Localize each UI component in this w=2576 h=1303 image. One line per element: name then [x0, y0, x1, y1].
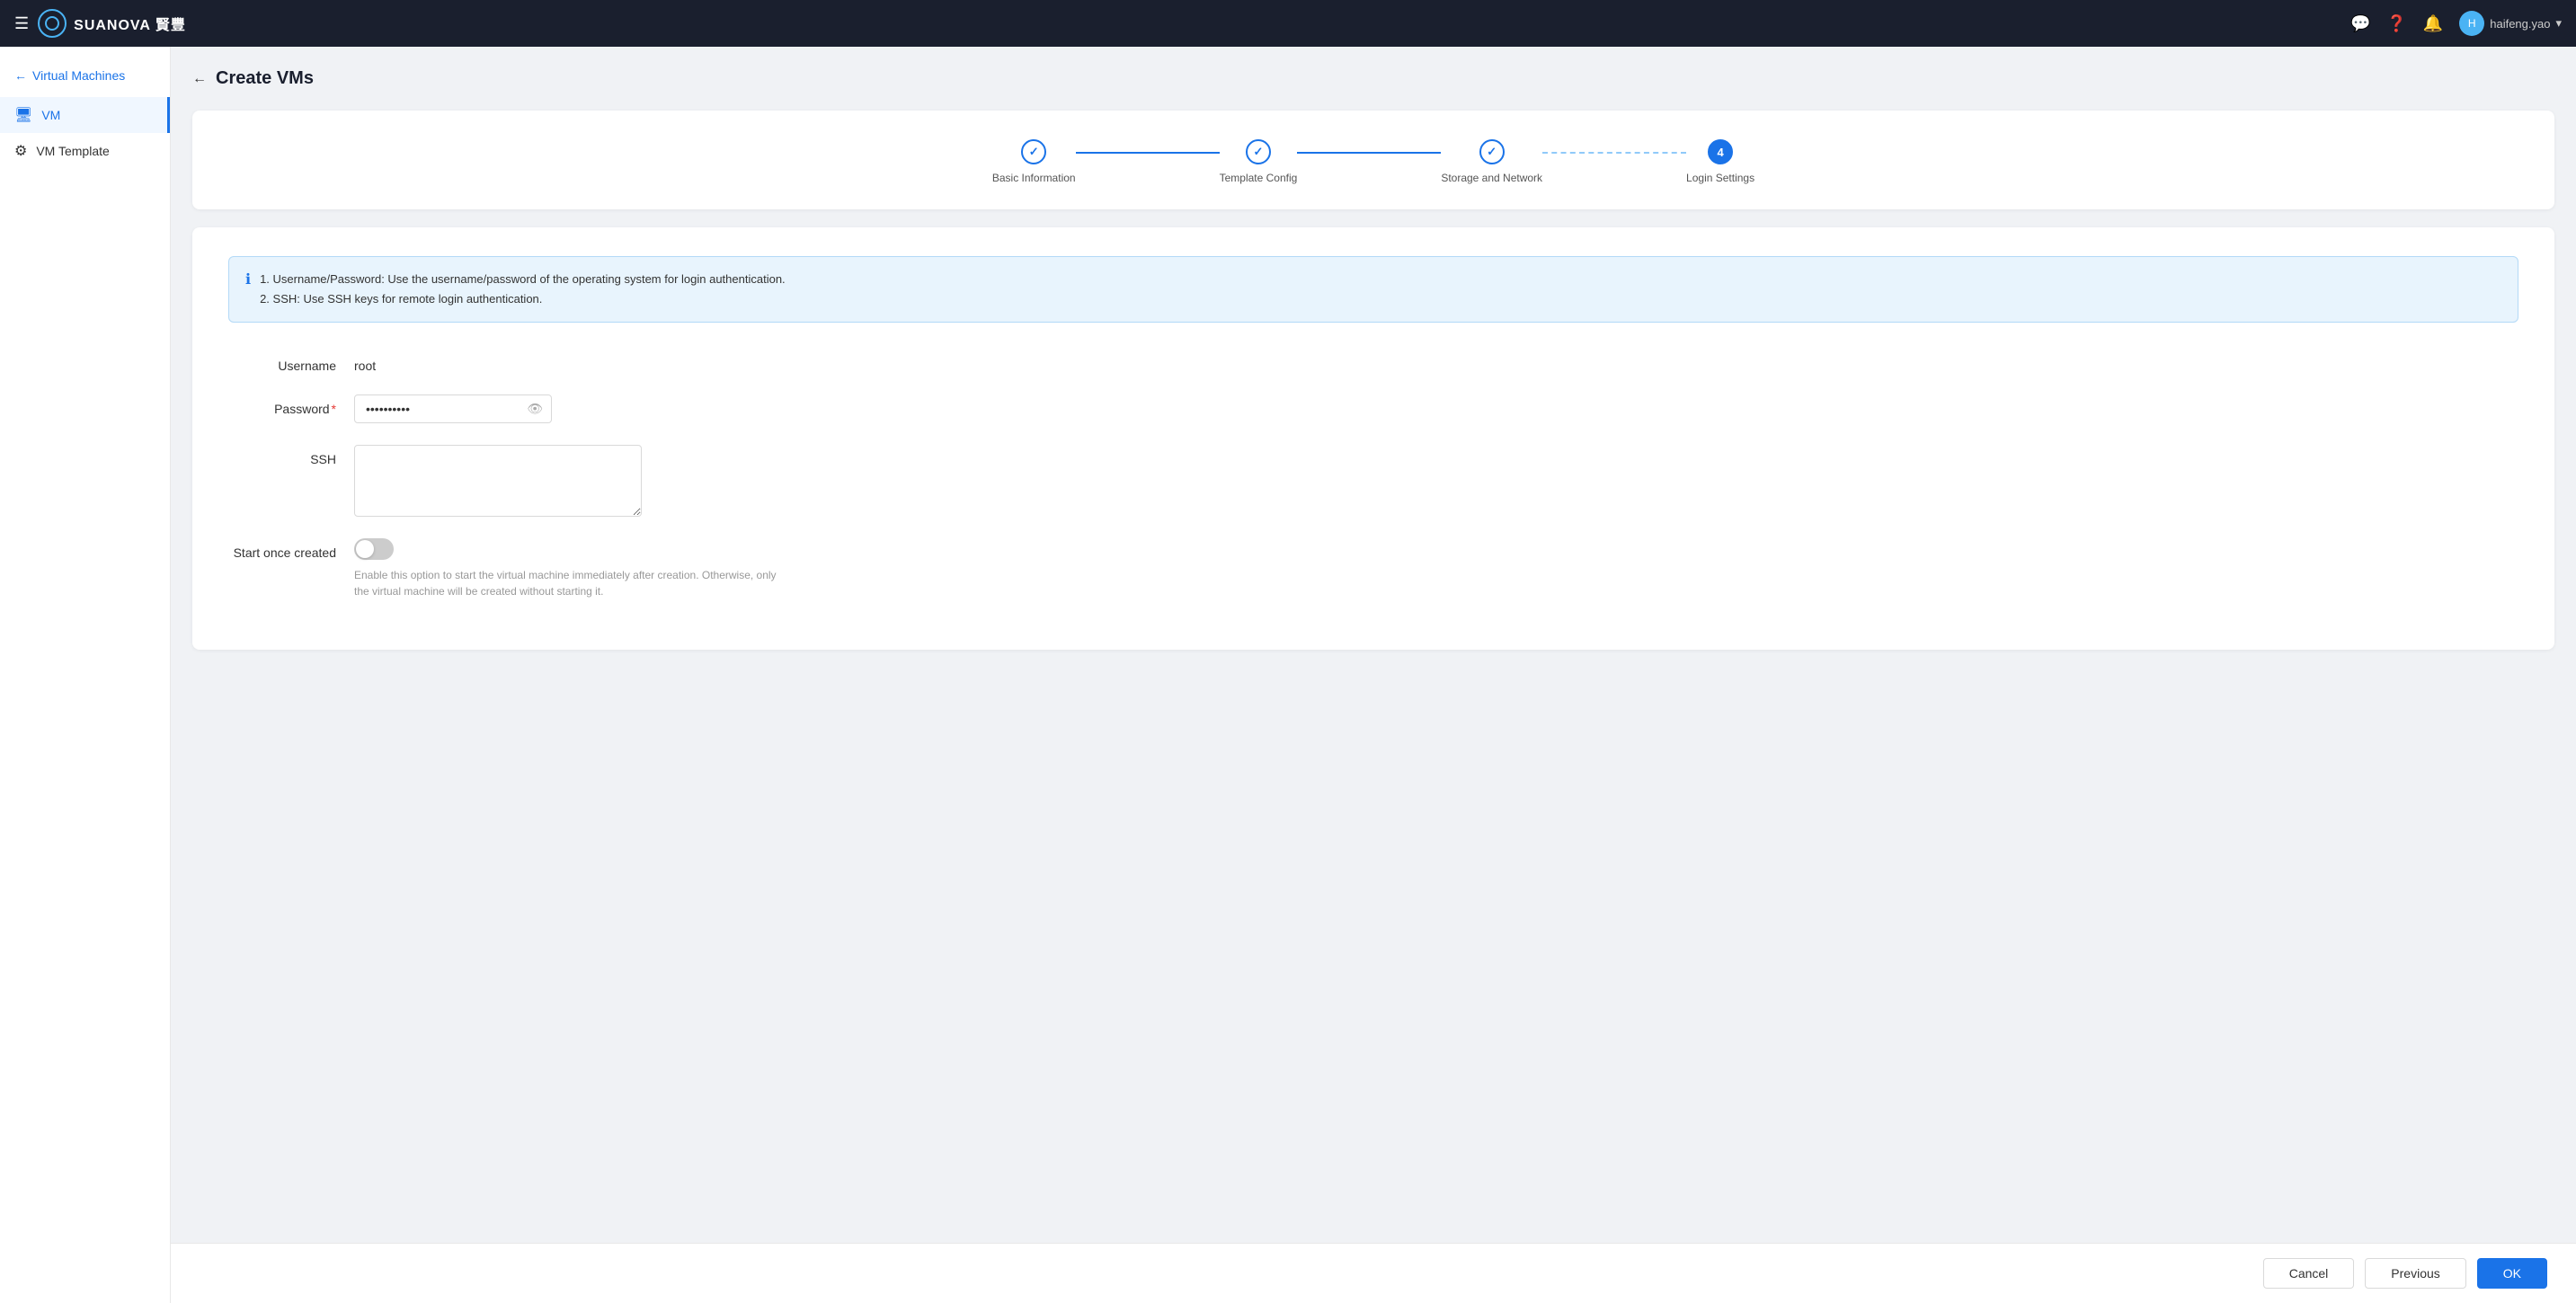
content-area: ← Create VMs ✓ Basic Information ✓ [171, 47, 2576, 1243]
start-once-toggle-wrap: Enable this option to start the virtual … [354, 538, 786, 599]
form-card: ℹ 1. Username/Password: Use the username… [192, 227, 2554, 650]
ok-button[interactable]: OK [2477, 1258, 2547, 1289]
main-layout: ← Virtual Machines 🖥 VM ⚙ VM Template ← … [0, 47, 2576, 1303]
footer-bar: Cancel Previous OK [171, 1243, 2576, 1303]
step-label-4: Login Settings [1686, 172, 1754, 184]
info-banner: ℹ 1. Username/Password: Use the username… [228, 256, 2518, 323]
ssh-textarea[interactable] [354, 445, 642, 517]
toggle-knob [356, 540, 374, 558]
sidebar-back-button[interactable]: ← Virtual Machines [0, 61, 170, 97]
step-circle-4: 4 [1708, 139, 1733, 164]
sidebar-item-vm-label: VM [41, 108, 60, 122]
topnav-left: ☰ SUANOVA 賢豐 [14, 9, 2350, 38]
password-label: Password* [228, 394, 354, 416]
step-line-1 [1076, 152, 1220, 154]
step-line-2 [1297, 152, 1441, 154]
chevron-down-icon: ▾ [2555, 16, 2562, 31]
cancel-button[interactable]: Cancel [2263, 1258, 2355, 1289]
start-once-row: Start once created Enable this option to… [228, 538, 2518, 599]
sidebar: ← Virtual Machines 🖥 VM ⚙ VM Template [0, 47, 171, 1303]
step-login-settings: 4 Login Settings [1686, 139, 1754, 184]
start-once-label: Start once created [228, 538, 354, 560]
step-label-2: Template Config [1220, 172, 1298, 184]
step-circle-3: ✓ [1479, 139, 1505, 164]
logo-area: SUANOVA 賢豐 [38, 9, 186, 38]
vm-template-icon: ⚙ [14, 142, 27, 160]
steps-row: ✓ Basic Information ✓ Template Config [210, 139, 2536, 184]
username-label: Username [228, 351, 354, 373]
page-header: ← Create VMs [192, 68, 2554, 89]
step-line-3 [1542, 152, 1686, 154]
brand-name: SUANOVA 賢豐 [74, 13, 186, 34]
step-circle-1: ✓ [1021, 139, 1046, 164]
ssh-label: SSH [228, 445, 354, 466]
ssh-row: SSH [228, 445, 2518, 517]
vm-icon: 🖥 [14, 106, 32, 124]
password-row: Password* 👁 [228, 394, 2518, 423]
sidebar-back-label: Virtual Machines [32, 68, 125, 83]
hamburger-icon[interactable]: ☰ [14, 14, 29, 33]
step-basic-info: ✓ Basic Information [992, 139, 1076, 184]
username-value: root [354, 351, 376, 373]
step-circle-2: ✓ [1246, 139, 1271, 164]
username-label: haifeng.yao [2490, 17, 2550, 31]
step-template-config: ✓ Template Config [1220, 139, 1298, 184]
page-back-button[interactable]: ← [192, 71, 207, 87]
username-row: Username root [228, 351, 2518, 373]
sidebar-item-vm-template-label: VM Template [36, 144, 109, 158]
password-input[interactable] [354, 394, 552, 423]
previous-button[interactable]: Previous [2365, 1258, 2465, 1289]
step-label-3: Storage and Network [1441, 172, 1542, 184]
topnav-right: 💬 ❓ 🔔 H haifeng.yao ▾ [2350, 11, 2562, 36]
bell-icon[interactable]: 🔔 [2423, 14, 2443, 33]
avatar: H [2459, 11, 2484, 36]
back-arrow-icon: ← [14, 68, 27, 83]
logo-icon [38, 9, 67, 38]
steps-card: ✓ Basic Information ✓ Template Config [192, 111, 2554, 209]
step-storage-network: ✓ Storage and Network [1441, 139, 1542, 184]
start-once-toggle[interactable] [354, 538, 394, 560]
info-line-2: 2. SSH: Use SSH keys for remote login au… [260, 289, 786, 309]
comment-icon[interactable]: 💬 [2350, 14, 2370, 33]
info-text: 1. Username/Password: Use the username/p… [260, 270, 786, 309]
info-icon: ℹ [245, 270, 251, 288]
sidebar-item-vm-template[interactable]: ⚙ VM Template [0, 133, 170, 169]
topnav: ☰ SUANOVA 賢豐 💬 ❓ 🔔 H haifeng.yao ▾ [0, 0, 2576, 47]
help-icon[interactable]: ❓ [2386, 14, 2406, 33]
eye-icon[interactable]: 👁 [527, 402, 543, 417]
sidebar-item-vm[interactable]: 🖥 VM [0, 97, 170, 133]
start-once-hint: Enable this option to start the virtual … [354, 567, 786, 599]
password-input-wrap: 👁 [354, 394, 552, 423]
info-line-1: 1. Username/Password: Use the username/p… [260, 270, 786, 289]
page-title: Create VMs [216, 68, 314, 89]
user-area[interactable]: H haifeng.yao ▾ [2459, 11, 2562, 36]
step-label-1: Basic Information [992, 172, 1076, 184]
